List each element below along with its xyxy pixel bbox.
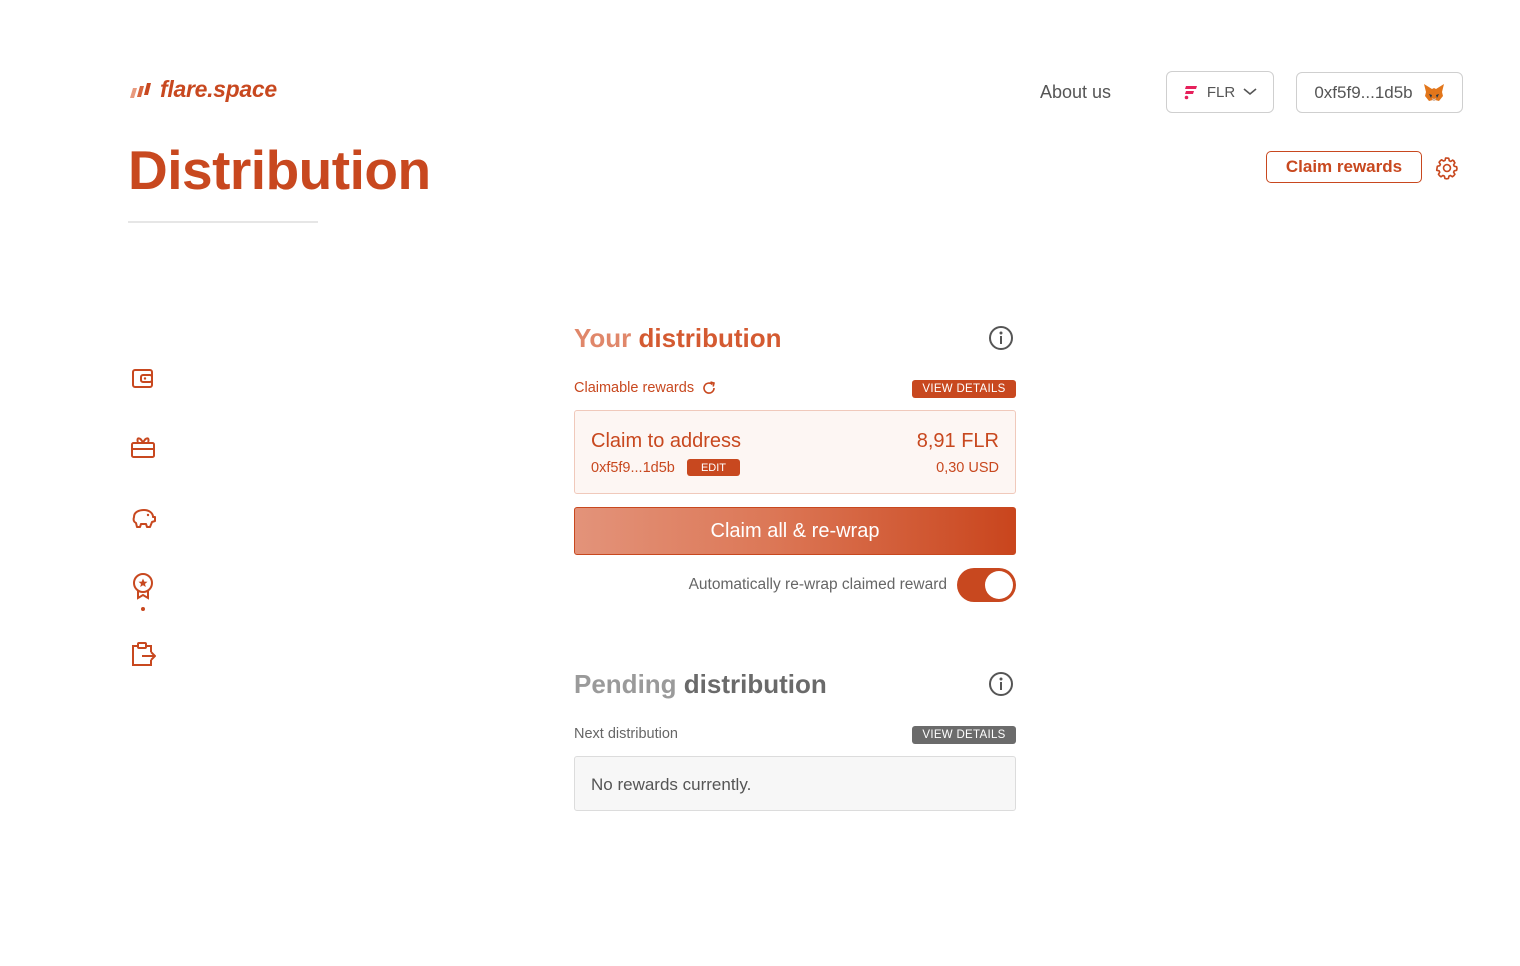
no-rewards-text: No rewards currently. <box>591 775 752 794</box>
piggy-bank-icon[interactable] <box>130 505 156 531</box>
claim-amount: 8,91 FLR <box>916 430 999 452</box>
page-title: Distribution <box>128 139 431 201</box>
clipboard-export-icon[interactable] <box>130 641 157 667</box>
logo[interactable]: flare.space <box>128 76 277 103</box>
network-selector[interactable]: FLR <box>1166 71 1274 113</box>
toggle-knob <box>985 571 1013 599</box>
your-distribution-title-bold: distribution <box>638 323 782 353</box>
title-divider <box>128 221 318 223</box>
refresh-icon[interactable] <box>702 381 716 395</box>
pending-distribution-title-bold: distribution <box>683 669 827 699</box>
info-icon[interactable] <box>988 325 1014 356</box>
pending-view-details-button[interactable]: VIEW DETAILS <box>912 726 1016 744</box>
claim-address: 0xf5f9...1d5b <box>591 460 675 476</box>
auto-rewrap-label: Automatically re-wrap claimed reward <box>688 576 947 593</box>
flare-logo-icon <box>130 82 151 98</box>
claim-to-address-label: Claim to address <box>591 430 742 452</box>
pending-rewards-box: No rewards currently. <box>574 756 1016 811</box>
claim-rewards-button[interactable]: Claim rewards <box>1266 151 1422 183</box>
your-distribution-title-light: Your <box>574 323 632 353</box>
flare-logo-icon <box>1184 86 1197 100</box>
network-label: FLR <box>1206 83 1236 101</box>
about-us-link[interactable]: About us <box>1040 82 1111 103</box>
your-distribution-title: Your distribution <box>574 323 782 354</box>
pending-distribution-title-light: Pending <box>574 669 677 699</box>
logo-text: flare.space <box>160 76 277 102</box>
gear-icon[interactable] <box>1434 155 1460 186</box>
wallet-button[interactable]: 0xf5f9...1d5b <box>1296 72 1463 113</box>
award-ribbon-icon[interactable] <box>130 572 156 600</box>
gift-icon[interactable] <box>130 434 156 460</box>
claimable-rewards-text: Claimable rewards <box>574 380 695 396</box>
chevron-down-icon <box>1243 88 1257 96</box>
info-icon[interactable] <box>988 671 1014 702</box>
claim-all-rewrap-button[interactable]: Claim all & re-wrap <box>574 507 1016 555</box>
view-details-button[interactable]: VIEW DETAILS <box>912 380 1016 398</box>
next-distribution-label: Next distribution <box>574 726 678 742</box>
claim-usd-value: 0,30 USD <box>936 460 999 476</box>
pending-distribution-title: Pending distribution <box>574 669 827 700</box>
claimable-rewards-label: Claimable rewards <box>574 380 716 396</box>
edit-button[interactable]: EDIT <box>687 459 740 476</box>
claim-card: Claim to address 0xf5f9...1d5b EDIT 8,91… <box>574 410 1016 494</box>
active-indicator-dot <box>141 607 145 611</box>
wallet-icon[interactable] <box>130 365 156 391</box>
metamask-fox-icon <box>1423 83 1444 101</box>
wallet-address: 0xf5f9...1d5b <box>1314 82 1413 102</box>
auto-rewrap-toggle[interactable] <box>957 568 1016 602</box>
